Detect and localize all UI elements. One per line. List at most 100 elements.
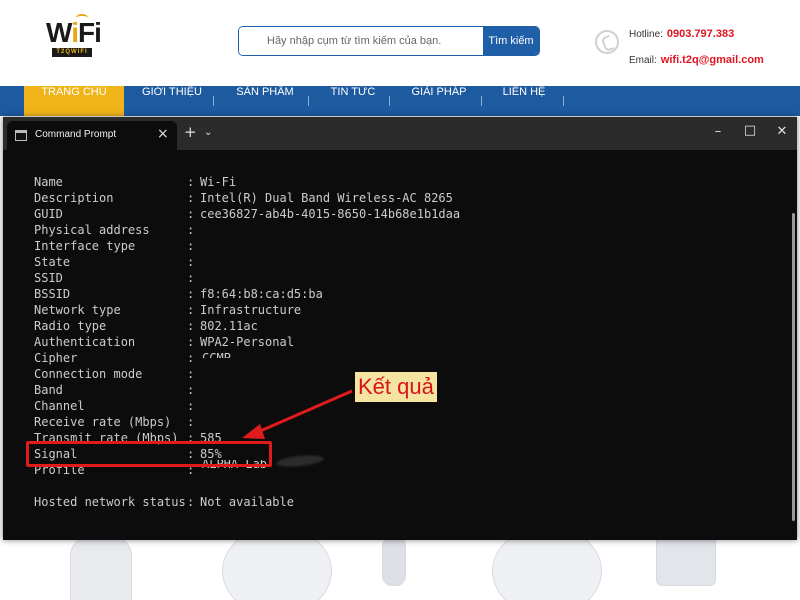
field-name: Network type [34, 303, 121, 317]
new-tab-button[interactable]: + [184, 125, 197, 140]
field-name: Interface type [34, 239, 136, 253]
screenshot: WiFi T2QWIFI Tìm kiếm Hotline: 0903.797.3… [0, 0, 800, 600]
console-line: Channel: [34, 398, 200, 414]
email: Email: wifi.t2q@gmail.com [629, 54, 764, 66]
terminal-icon [15, 130, 27, 141]
field-name: Radio type [34, 319, 107, 333]
product-banner [0, 526, 800, 600]
separator: : [187, 207, 195, 221]
console-line: Description: Intel(R) Dual Band Wireless-… [34, 190, 453, 206]
field-value: WPA2-Personal [200, 335, 294, 349]
nav-item-home[interactable]: TRANG CHỦ [24, 86, 124, 116]
field-name: Authentication [34, 335, 136, 349]
field-name: Connection mode [34, 367, 143, 381]
nav-divider [308, 96, 309, 106]
field-value: f8:64:b8:ca:d5:ba [200, 287, 323, 301]
field-name: Cipher [34, 351, 78, 365]
separator: : [187, 287, 195, 301]
field-name: GUID [34, 207, 63, 221]
separator: : [187, 271, 195, 285]
overlapping-text: CCMP [202, 351, 231, 358]
field-name: Physical address [34, 223, 150, 237]
search-box: Tìm kiếm [238, 26, 540, 56]
close-tab-icon[interactable]: × [157, 127, 169, 141]
separator: : [187, 335, 195, 349]
console-line: SSID: [34, 270, 200, 286]
field-name: Channel [34, 399, 85, 413]
product-image [382, 536, 406, 586]
nav-item-about[interactable]: GIỚI THIỆU [138, 86, 206, 116]
separator: : [187, 175, 195, 189]
console-line: Radio type:802.11ac [34, 318, 258, 334]
separator: : [187, 415, 195, 429]
field-name: Name [34, 175, 63, 189]
separator: : [187, 495, 195, 509]
nav-item-products[interactable]: SẢN PHẨM [230, 86, 300, 116]
result-label: Kết quả [355, 372, 437, 402]
phone-icon [595, 30, 619, 54]
separator: : [187, 303, 195, 317]
console-line: Connection mode: [34, 366, 200, 382]
nav-divider [213, 96, 214, 106]
chevron-down-icon[interactable]: ⌄ [204, 125, 212, 140]
console-line: GUID: cee36827-ab4b-4015-8650-14b68e1b1da… [34, 206, 460, 222]
search-button[interactable]: Tìm kiếm [483, 27, 539, 55]
console-line: Hosted network status: Not available [34, 494, 294, 510]
search-input[interactable] [239, 27, 483, 55]
command-prompt-window: Command Prompt × + ⌄ – □ ✕ Name: Wi-Fi Des… [3, 117, 797, 540]
console-line: Receive rate (Mbps): [34, 414, 200, 430]
tab-command-prompt[interactable]: Command Prompt × [7, 121, 177, 150]
field-value: Intel(R) Dual Band Wireless-AC 8265 [200, 191, 453, 205]
nav-divider [481, 96, 482, 106]
field-name: Description [34, 191, 114, 205]
separator: : [187, 191, 195, 205]
scrollbar[interactable] [792, 213, 795, 521]
console-line: Band: [34, 382, 200, 398]
email-address[interactable]: wifi.t2q@gmail.com [661, 54, 764, 66]
site-logo[interactable]: WiFi T2QWIFI [46, 14, 102, 58]
window-titlebar[interactable]: Command Prompt × + ⌄ – □ ✕ [3, 117, 797, 150]
maximize-button[interactable]: □ [742, 123, 758, 138]
nav-item-news[interactable]: TIN TỨC [326, 86, 380, 116]
console-line: Cipher: [34, 350, 200, 366]
separator: : [187, 319, 195, 333]
nav-item-contact[interactable]: LIÊN HỆ [496, 86, 552, 116]
minimize-button[interactable]: – [710, 124, 726, 139]
console-line: Physical address: [34, 222, 200, 238]
wifi-signal-icon [76, 14, 88, 22]
email-label: Email: [629, 55, 657, 66]
field-value: Infrastructure [200, 303, 302, 317]
main-nav: TRANG CHỦ GIỚI THIỆU SẢN PHẨM TIN TỨC GI… [0, 86, 800, 116]
console-line: State: [34, 254, 200, 270]
hotline-number[interactable]: 0903.797.383 [667, 28, 734, 40]
separator: : [187, 239, 195, 253]
close-window-button[interactable]: ✕ [774, 124, 790, 139]
field-name: Hosted network status [34, 495, 186, 509]
field-name: Band [34, 383, 63, 397]
field-value: 802.11ac [200, 319, 258, 333]
separator: : [187, 255, 195, 269]
console-line: BSSID: f8:64:b8:ca:d5:ba [34, 286, 323, 302]
logo-wordmark: WiFi [46, 17, 102, 48]
logo-subtitle: T2QWIFI [52, 48, 92, 57]
hotline: Hotline: 0903.797.383 [629, 28, 734, 40]
field-name: SSID [34, 271, 63, 285]
nav-divider [389, 96, 390, 106]
field-name: BSSID [34, 287, 71, 301]
field-name: Receive rate (Mbps) [34, 415, 172, 429]
separator: : [187, 399, 195, 413]
nav-item-solutions[interactable]: GIẢI PHÁP [404, 86, 474, 116]
separator: : [187, 367, 195, 381]
site-header: WiFi T2QWIFI Tìm kiếm Hotline: 0903.797.3… [0, 0, 800, 86]
console-output[interactable]: Name: Wi-Fi Description: Intel(R) Dual Band… [3, 150, 797, 540]
product-image [70, 536, 132, 600]
separator: : [187, 383, 195, 397]
console-line: Name: Wi-Fi [34, 174, 236, 190]
signal-highlight-box [26, 441, 272, 467]
hotline-label: Hotline: [629, 29, 663, 40]
tab-title: Command Prompt [35, 129, 117, 140]
field-value: Not available [200, 495, 294, 509]
product-image [656, 536, 716, 586]
console-line: Interface type: [34, 238, 200, 254]
separator: : [187, 351, 195, 365]
